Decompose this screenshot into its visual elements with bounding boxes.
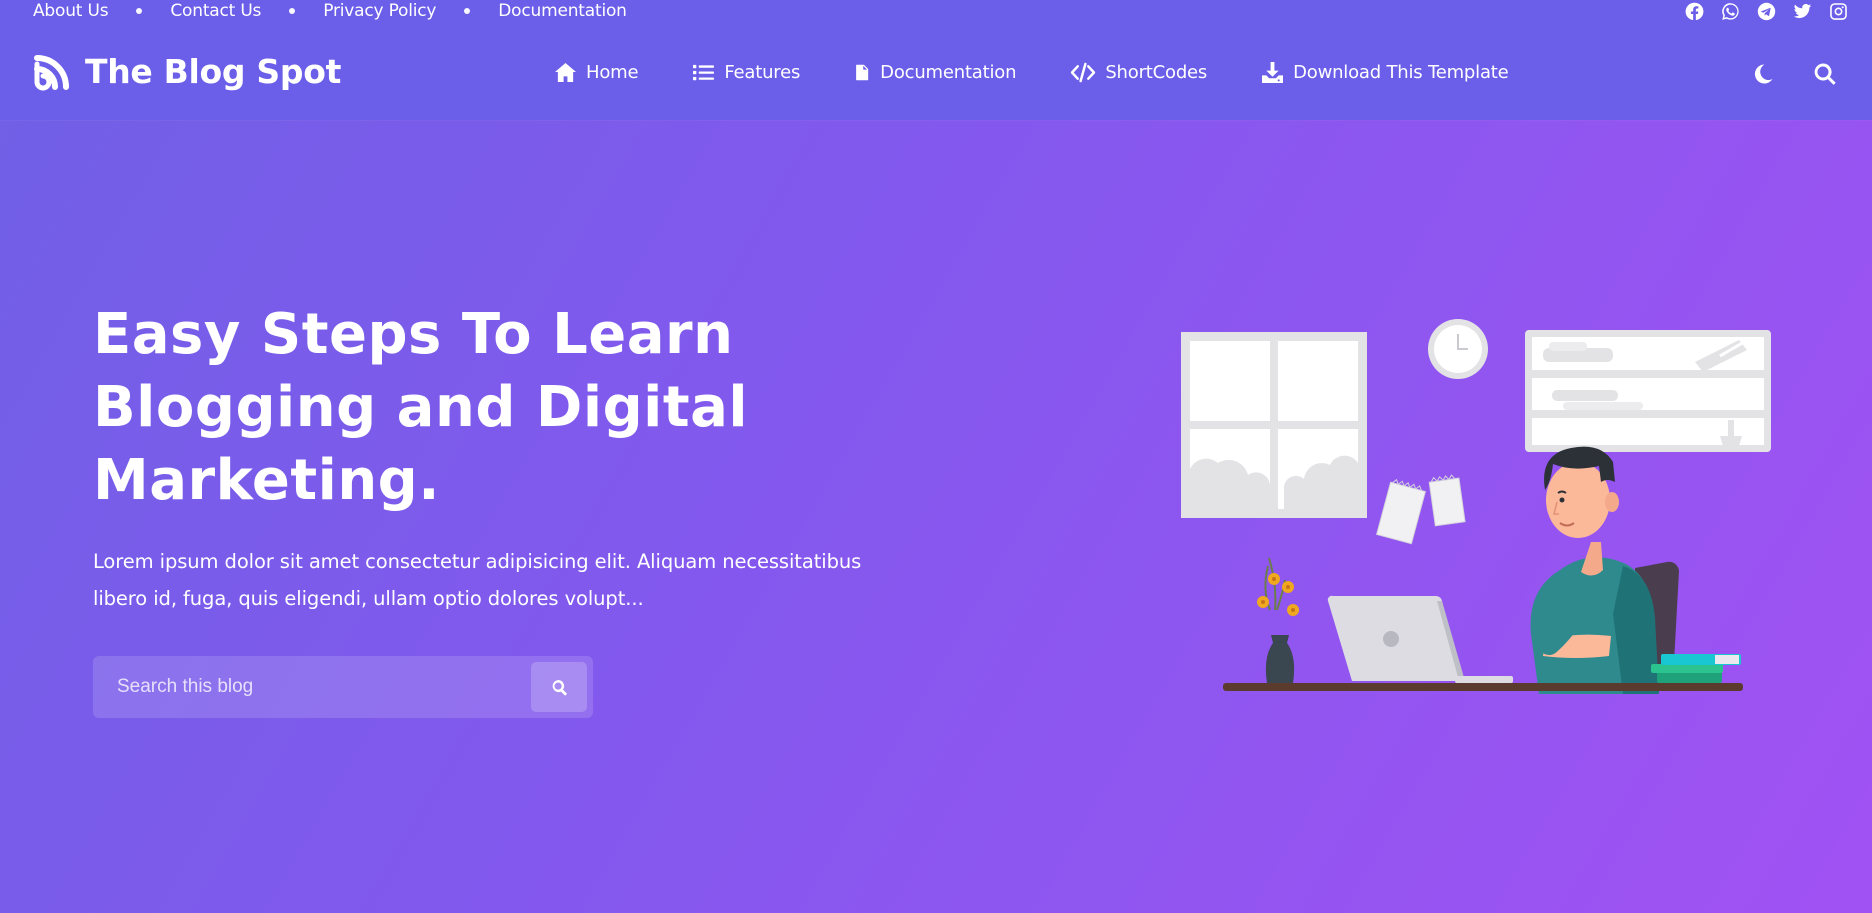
rss-logo-icon xyxy=(34,55,69,91)
laptop-illustration xyxy=(1327,595,1513,683)
flower-vase-illustration xyxy=(1257,557,1299,683)
paper-notes-illustration xyxy=(1376,474,1466,545)
nav-label: Features xyxy=(724,62,801,83)
blogger-illustration xyxy=(1181,319,1771,694)
nav-documentation[interactable]: Documentation xyxy=(854,62,1017,83)
search-icon xyxy=(552,679,567,696)
main-header: The Blog Spot Home Features Documentatio… xyxy=(0,22,1872,120)
home-icon xyxy=(555,62,576,83)
hero-title-line: Marketing. xyxy=(93,448,441,513)
facebook-icon[interactable] xyxy=(1685,2,1704,21)
hero-description-line: Lorem ipsum dolor sit amet consectetur a… xyxy=(93,550,862,573)
hero-title: Easy Steps To Learn Blogging and Digital… xyxy=(93,298,793,517)
hero-title-line: Easy Steps To Learn xyxy=(93,302,734,367)
hero-description: Lorem ipsum dolor sit amet consectetur a… xyxy=(93,543,913,617)
header-actions xyxy=(1751,62,1837,86)
books-illustration xyxy=(1651,654,1741,683)
instagram-icon[interactable] xyxy=(1829,2,1848,21)
brand-name: The Blog Spot xyxy=(85,52,342,91)
main-nav: Home Features Documentation ShortCodes D… xyxy=(554,62,1509,83)
blog-search-button[interactable] xyxy=(531,662,587,712)
top-bar: About Us Contact Us Privacy Policy Docum… xyxy=(0,0,1872,22)
code-icon xyxy=(1071,62,1096,83)
whatsapp-icon[interactable] xyxy=(1721,2,1740,21)
top-link-about[interactable]: About Us xyxy=(33,0,109,22)
search-icon[interactable] xyxy=(1813,62,1837,86)
download-icon xyxy=(1262,62,1284,83)
social-links xyxy=(1685,2,1848,21)
top-link-documentation[interactable]: Documentation xyxy=(498,0,627,22)
telegram-icon[interactable] xyxy=(1757,2,1776,21)
separator-dot xyxy=(464,8,471,14)
top-link-contact[interactable]: Contact Us xyxy=(170,0,261,22)
desk-illustration xyxy=(1223,683,1743,691)
nav-shortcodes[interactable]: ShortCodes xyxy=(1070,62,1207,83)
top-links: About Us Contact Us Privacy Policy Docum… xyxy=(33,0,627,22)
list-icon xyxy=(693,64,715,81)
nav-label: Download This Template xyxy=(1293,62,1509,83)
shelf-illustration xyxy=(1525,330,1771,452)
separator-dot xyxy=(289,8,296,14)
brand[interactable]: The Blog Spot xyxy=(32,52,341,92)
nav-download-template[interactable]: Download This Template xyxy=(1261,62,1509,83)
nav-features[interactable]: Features xyxy=(692,62,800,83)
nav-home[interactable]: Home xyxy=(554,62,639,83)
hero-search-box xyxy=(93,656,593,718)
clock-illustration xyxy=(1428,319,1488,379)
twitter-icon[interactable] xyxy=(1793,2,1812,21)
nav-label: ShortCodes xyxy=(1105,62,1208,83)
moon-icon[interactable] xyxy=(1751,62,1775,86)
top-link-privacy[interactable]: Privacy Policy xyxy=(323,0,436,22)
window-illustration xyxy=(1181,332,1367,518)
blog-search-input[interactable] xyxy=(117,667,517,707)
separator-dot xyxy=(136,8,143,14)
hero-description-line: libero id, fuga, quis eligendi, ullam op… xyxy=(93,587,644,610)
nav-label: Home xyxy=(586,62,639,83)
nav-label: Documentation xyxy=(880,62,1017,83)
file-icon xyxy=(856,64,869,81)
hero-title-line: Blogging and Digital xyxy=(93,375,749,440)
